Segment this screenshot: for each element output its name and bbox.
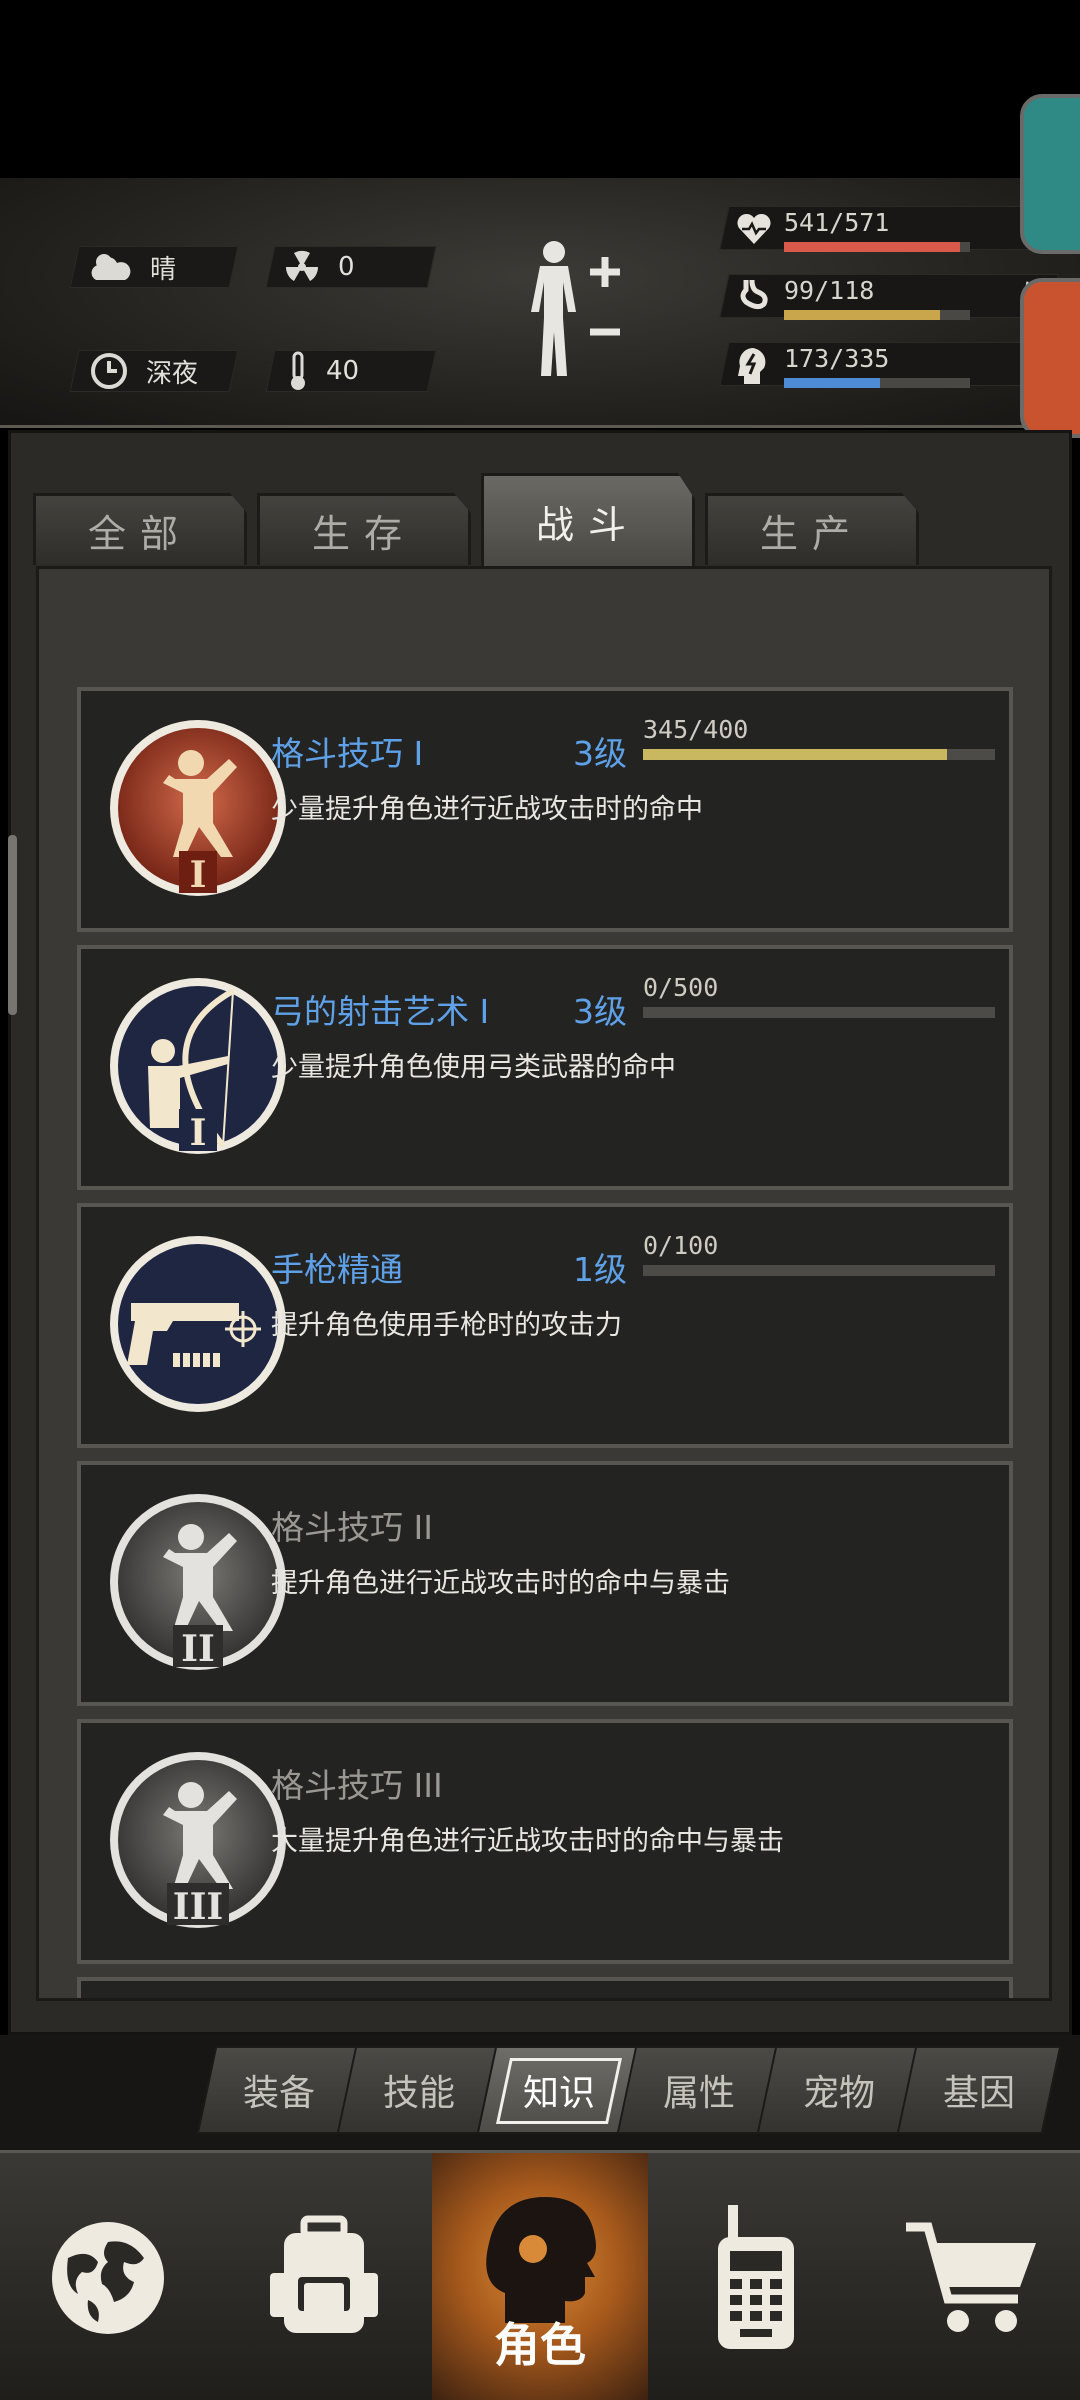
tab-all[interactable]: 全部 [33,493,247,565]
tab-production[interactable]: 生产 [705,493,919,565]
nav-character[interactable]: 角色 [432,2153,648,2400]
nav-character-label: 角色 [494,2318,586,2372]
martial-arts-locked-icon: II [110,1494,286,1670]
health-fill [784,242,961,252]
shopping-cart-icon [906,2222,1036,2332]
skill-card-fighting-2[interactable]: II 格斗技巧 II 提升角色进行近战攻击时的命中与暴击 [77,1461,1013,1706]
skill-level: 3级 [573,734,627,773]
nav-world-map[interactable] [0,2153,216,2400]
sub-tab-knowledge[interactable]: 知识 [486,2046,632,2134]
knowledge-panel: 全部 生存 战斗 生产 I 格斗技巧 I 3级 345/400 少量提升角色进行… [8,430,1072,2035]
nav-shop[interactable] [864,2153,1080,2400]
skill-progress-text: 0/100 [643,1231,719,1260]
character-sub-tabs: 装备 技能 知识 属性 宠物 基因 [0,2035,1080,2150]
weather-cloud-icon [91,254,131,280]
tab-combat[interactable]: 战斗 [481,473,695,567]
tab-survival[interactable]: 生存 [257,493,471,565]
status-header: 晴 0 深夜 40 541/571 生命 99/118 饥饿 173/ [0,178,1080,428]
sub-tab-equipment[interactable]: 装备 [206,2046,352,2134]
skill-title: 弓的射击艺术 I [271,992,490,1031]
skill-progress-bar [643,1265,995,1276]
skill-description: 少量提升角色使用弓类武器的命中 [271,1052,676,1083]
sub-tab-pets[interactable]: 宠物 [766,2046,912,2134]
time-of-day-text: 深夜 [146,358,199,389]
svg-text:II: II [181,1628,215,1670]
skill-progress-text: 345/400 [643,715,749,744]
backpack-icon [270,2215,378,2333]
skill-title: 格斗技巧 I [271,734,424,773]
skill-title: 手枪精通 [271,1250,403,1289]
clock-icon [91,353,127,389]
skill-description: 提升角色使用手枪时的攻击力 [271,1310,622,1341]
svg-text:III: III [173,1886,224,1928]
sub-tab-attributes[interactable]: 属性 [626,2046,772,2134]
body-figure-icon[interactable] [520,238,630,378]
skill-progress-bar [643,749,995,760]
sub-tab-skills[interactable]: 技能 [346,2046,492,2134]
radiation-icon [285,250,319,281]
skill-description: 少量提升角色进行近战攻击时的命中 [271,794,703,825]
skill-card-partial [77,1977,1013,1998]
pistol-icon [110,1236,286,1412]
heart-icon [737,213,771,244]
floating-app-button-top[interactable] [1020,94,1080,254]
status-bar-area [0,0,1080,178]
skill-level: 1级 [573,1250,627,1289]
head-bolt-icon [738,348,766,384]
nav-backpack[interactable] [216,2153,432,2400]
skill-card-fighting-3[interactable]: III 格斗技巧 III 大量提升角色进行近战攻击时的命中与暴击 [77,1719,1013,1964]
skill-card-pistol[interactable]: 手枪精通 1级 0/100 提升角色使用手枪时的攻击力 [77,1203,1013,1448]
stomach-icon [740,279,768,310]
archery-icon: I [110,978,286,1154]
martial-arts-locked-icon: III [110,1752,286,1928]
radiation-value: 0 [338,252,355,282]
bottom-navigation: 角色 [0,2150,1080,2400]
skill-description: 提升角色进行近战攻击时的命中与暴击 [271,1568,730,1599]
temperature-value: 40 [326,356,360,386]
skill-list[interactable]: I 格斗技巧 I 3级 345/400 少量提升角色进行近战攻击时的命中 I 弓… [36,566,1052,2001]
svg-text:I: I [190,1112,207,1154]
health-value: 541/571 [784,208,890,237]
nav-radio[interactable] [648,2153,864,2400]
energy-fill [784,378,880,388]
martial-arts-icon: I [110,720,286,896]
skill-progress-text: 0/500 [643,973,719,1002]
hunger-fill [784,310,941,320]
skill-title: 格斗技巧 III [271,1766,443,1805]
thermometer-icon [291,351,305,390]
svg-text:I: I [190,854,207,896]
floating-app-button-bottom[interactable] [1020,278,1080,438]
skill-description: 大量提升角色进行近战攻击时的命中与暴击 [271,1826,784,1857]
skill-list-scrollbar[interactable] [8,835,17,1015]
weather-text: 晴 [150,254,177,285]
skill-level: 3级 [573,992,627,1031]
walkie-talkie-icon [718,2205,794,2349]
energy-value: 173/335 [784,344,890,373]
skill-card-fighting-1[interactable]: I 格斗技巧 I 3级 345/400 少量提升角色进行近战攻击时的命中 [77,687,1013,932]
skill-progress-bar [643,1007,995,1018]
skill-title: 格斗技巧 II [271,1508,433,1547]
skill-card-archery-1[interactable]: I 弓的射击艺术 I 3级 0/500 少量提升角色使用弓类武器的命中 [77,945,1013,1190]
sub-tab-genes[interactable]: 基因 [906,2046,1052,2134]
hunger-value: 99/118 [784,276,875,305]
globe-icon [52,2222,164,2334]
